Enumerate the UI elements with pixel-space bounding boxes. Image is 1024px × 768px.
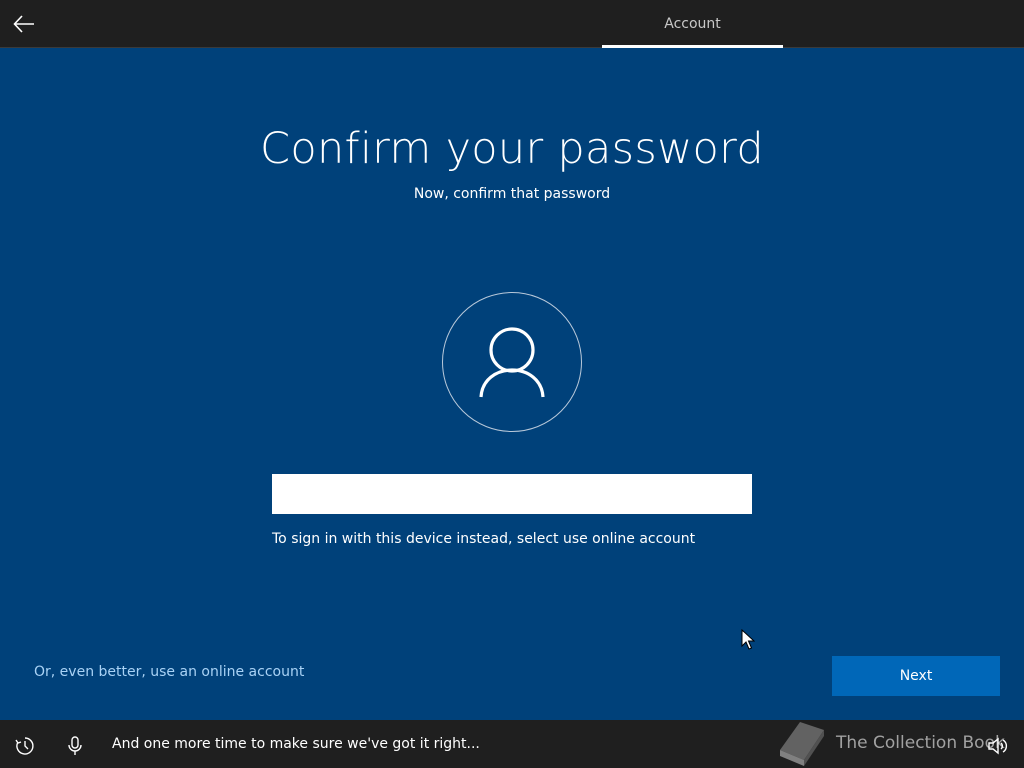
- watermark-text: The Collection Book: [836, 733, 1005, 753]
- narrator-caption: And one more time to make sure we've got…: [112, 736, 480, 752]
- online-account-link[interactable]: Or, even better, use an online account: [34, 664, 304, 680]
- microphone-icon[interactable]: [63, 734, 87, 758]
- password-input[interactable]: [272, 474, 752, 514]
- page-title: Confirm your password: [260, 124, 764, 174]
- avatar: [442, 292, 582, 432]
- back-button[interactable]: [10, 10, 38, 38]
- user-icon: [479, 327, 545, 398]
- volume-icon[interactable]: [986, 735, 1008, 757]
- back-arrow-icon: [13, 15, 34, 33]
- page-subtitle: Now, confirm that password: [413, 186, 611, 202]
- top-bar: [0, 0, 1024, 48]
- ease-of-access-icon[interactable]: [13, 734, 37, 758]
- sign-in-hint: To sign in with this device instead, sel…: [272, 531, 696, 547]
- tab-account[interactable]: Account: [602, 0, 783, 48]
- mouse-cursor-icon: [741, 629, 755, 650]
- next-button[interactable]: Next: [832, 656, 1000, 696]
- tab-active-indicator: [602, 45, 783, 48]
